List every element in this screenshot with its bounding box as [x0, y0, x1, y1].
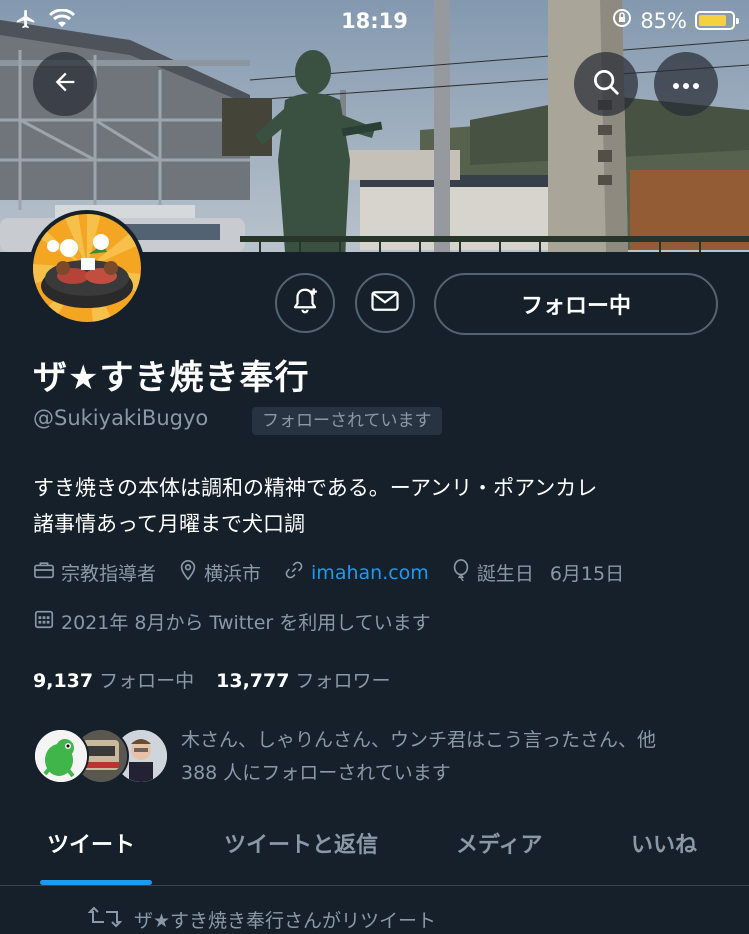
- birthday-item: 誕生日 6月15日: [451, 559, 624, 586]
- profile-tabs: ツイート ツイートと返信 メディア いいね: [0, 815, 749, 886]
- tab-likes[interactable]: いいね: [631, 827, 697, 859]
- known-followers[interactable]: 木さん、しゃりんさん、ウンチ君はこう言ったさん、他 388 人にフォローされてい…: [33, 724, 733, 788]
- followers-count-link[interactable]: 13,777 フォロワー: [216, 666, 390, 693]
- user-handle: @SukiyakiBugyo: [33, 406, 209, 430]
- avatar: [33, 728, 89, 784]
- active-tab-indicator: [40, 880, 152, 885]
- calendar-icon: [33, 608, 61, 635]
- message-button[interactable]: [355, 273, 415, 333]
- more-icon: [671, 75, 701, 94]
- location-pin-icon: [178, 559, 204, 586]
- category-text: 宗教指導者: [61, 563, 157, 585]
- profile-bio: すき焼きの本体は調和の精神である。ーアンリ・ポアンカレ 諸事情あって月曜まで犬口…: [33, 470, 723, 542]
- bio-line: すき焼きの本体は調和の精神である。ーアンリ・ポアンカレ: [33, 476, 598, 500]
- profile-avatar[interactable]: [29, 210, 145, 326]
- bell-plus-icon: [290, 286, 320, 320]
- location-text: 横浜市: [204, 563, 262, 585]
- known-followers-text: 木さん、しゃりんさん、ウンチ君はこう言ったさん、他 388 人にフォローされてい…: [181, 724, 731, 790]
- joined-item: 2021年 8月から Twitter を利用しています: [33, 608, 431, 635]
- following-count-link[interactable]: 9,137 フォロー中: [33, 666, 194, 693]
- retweet-header-text: ザ★すき焼き奉行さんがリツイート: [134, 910, 437, 932]
- following-label: フォロー中: [99, 670, 195, 692]
- bio-line: 諸事情あって月曜まで犬口調: [33, 512, 305, 536]
- location-item: 横浜市: [178, 559, 261, 586]
- followers-label: フォロワー: [295, 670, 391, 692]
- link-icon: [283, 559, 311, 586]
- known-follower-avatars: [33, 728, 169, 784]
- tab-tweets[interactable]: ツイート: [47, 827, 135, 859]
- battery-icon: [695, 11, 739, 30]
- profile-meta: 宗教指導者 横浜市 imahan.com 誕生日 6月15日: [33, 559, 646, 586]
- follows-you-badge: フォローされています: [252, 407, 442, 435]
- briefcase-icon: [33, 560, 61, 585]
- website-item[interactable]: imahan.com: [283, 559, 429, 586]
- search-button[interactable]: [574, 52, 638, 116]
- retweet-header: ザ★すき焼き奉行さんがリツイート: [87, 905, 437, 934]
- back-button[interactable]: [33, 52, 97, 116]
- following-count: 9,137: [33, 670, 94, 692]
- website-link[interactable]: imahan.com: [311, 562, 429, 584]
- search-icon: [591, 67, 621, 101]
- category-item: 宗教指導者: [33, 559, 156, 586]
- balloon-icon: [451, 559, 477, 586]
- follow-counts: 9,137 フォロー中 13,777 フォロワー: [33, 666, 390, 693]
- status-bar: 18:19 85%: [0, 0, 749, 42]
- known-followers-line: 木さん、しゃりんさん、ウンチ君はこう言ったさん、他: [181, 729, 657, 751]
- orientation-lock-icon: [612, 8, 632, 33]
- notification-button[interactable]: [275, 273, 335, 333]
- following-button[interactable]: フォロー中: [434, 273, 718, 335]
- birthday-value: 6月15日: [549, 563, 625, 585]
- retweet-icon: [87, 905, 134, 934]
- followers-count: 13,777: [216, 670, 290, 692]
- known-followers-line: 388 人にフォローされています: [181, 762, 451, 784]
- battery-percent: 85%: [640, 8, 687, 33]
- birthday-label: 誕生日: [476, 563, 534, 585]
- tab-media[interactable]: メディア: [456, 827, 542, 859]
- more-button[interactable]: [654, 52, 718, 116]
- display-name: ザ★すき焼き奉行: [33, 358, 310, 398]
- arrow-left-icon: [51, 68, 79, 100]
- joined-row: 2021年 8月から Twitter を利用しています: [33, 608, 453, 635]
- envelope-icon: [370, 288, 400, 318]
- tab-tweets-replies[interactable]: ツイートと返信: [224, 827, 378, 859]
- joined-text: 2021年 8月から Twitter を利用しています: [61, 612, 431, 634]
